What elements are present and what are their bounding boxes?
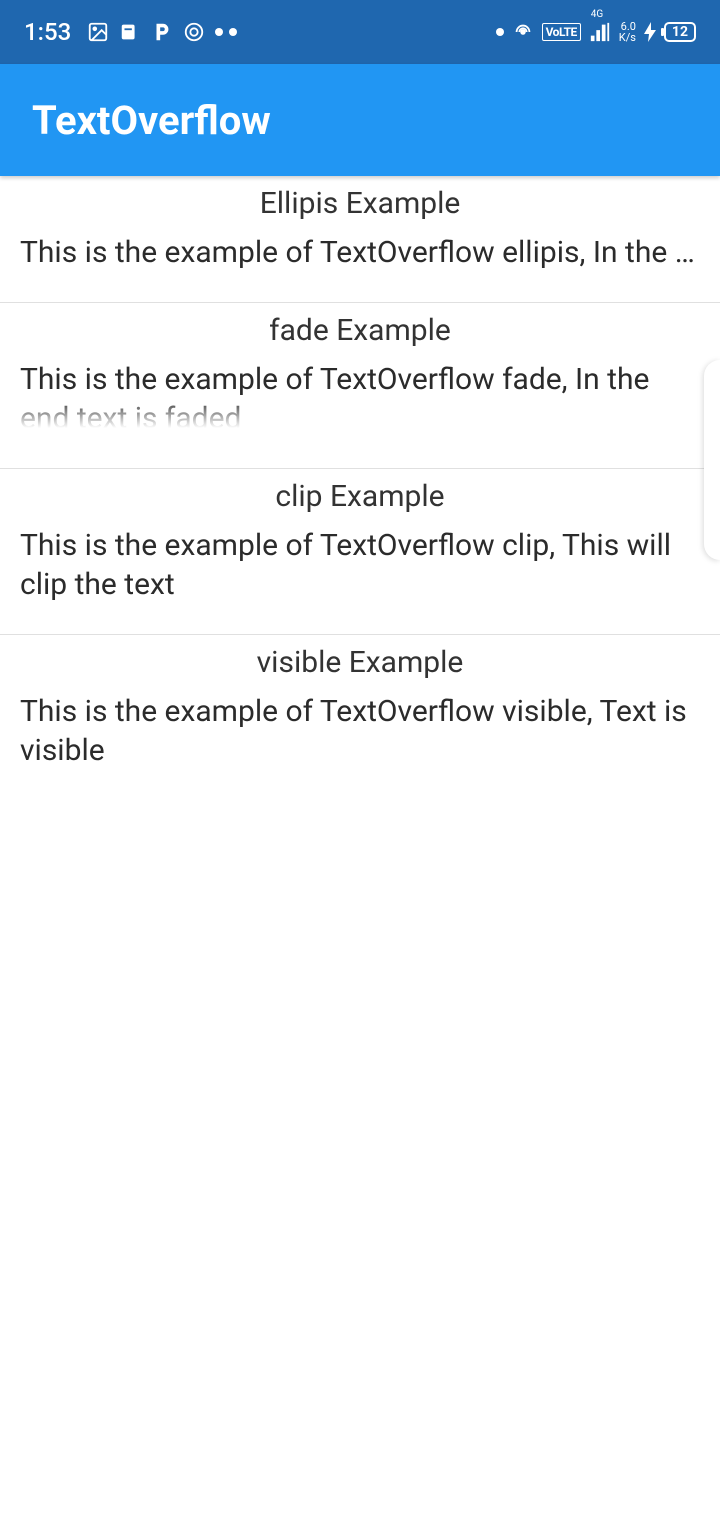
network-speed: 6.0 K/s [619, 21, 636, 43]
status-left: 1:53 [24, 18, 237, 46]
section-title: Ellipis Example [0, 176, 720, 227]
fade-text: This is the example of TextOverflow fade… [20, 360, 700, 428]
hotspot-icon [512, 21, 534, 43]
target-icon [183, 21, 205, 43]
image-icon [87, 21, 109, 43]
status-right: VoLTE 4G 6.0 K/s 12 [496, 21, 696, 43]
volte-indicator: VoLTE [542, 23, 581, 41]
app-title: TextOverflow [32, 97, 271, 144]
presentation-icon [119, 21, 141, 43]
section-title: clip Example [0, 469, 720, 520]
section-body: This is the example of TextOverflow elli… [0, 227, 720, 302]
section-body: This is the example of TextOverflow visi… [0, 686, 720, 800]
status-bar: 1:53 VoLTE 4G 6.0 K/s [0, 0, 720, 64]
section-title: fade Example [0, 303, 720, 354]
section-body: This is the example of TextOverflow fade… [0, 354, 720, 468]
charging-icon [644, 22, 656, 42]
signal-icon: 4G [589, 21, 611, 43]
section-ellipsis: Ellipis Example This is the example of T… [0, 176, 720, 303]
status-time: 1:53 [24, 18, 71, 46]
section-title: visible Example [0, 635, 720, 686]
ellipsis-text: This is the example of TextOverflow elli… [20, 233, 700, 272]
app-bar: TextOverflow [0, 64, 720, 176]
section-fade: fade Example This is the example of Text… [0, 303, 720, 469]
edge-panel-handle[interactable] [704, 360, 720, 560]
clip-text: This is the example of TextOverflow clip… [20, 526, 700, 604]
section-clip: clip Example This is the example of Text… [0, 469, 720, 635]
notification-dot-icon [496, 28, 504, 36]
visible-text: This is the example of TextOverflow visi… [20, 692, 700, 770]
content-area: Ellipis Example This is the example of T… [0, 176, 720, 800]
battery-indicator: 12 [664, 22, 696, 42]
network-type-label: 4G [591, 9, 603, 20]
parking-icon [151, 21, 173, 43]
section-visible: visible Example This is the example of T… [0, 635, 720, 800]
more-icon [215, 28, 237, 36]
section-body: This is the example of TextOverflow clip… [0, 520, 720, 634]
